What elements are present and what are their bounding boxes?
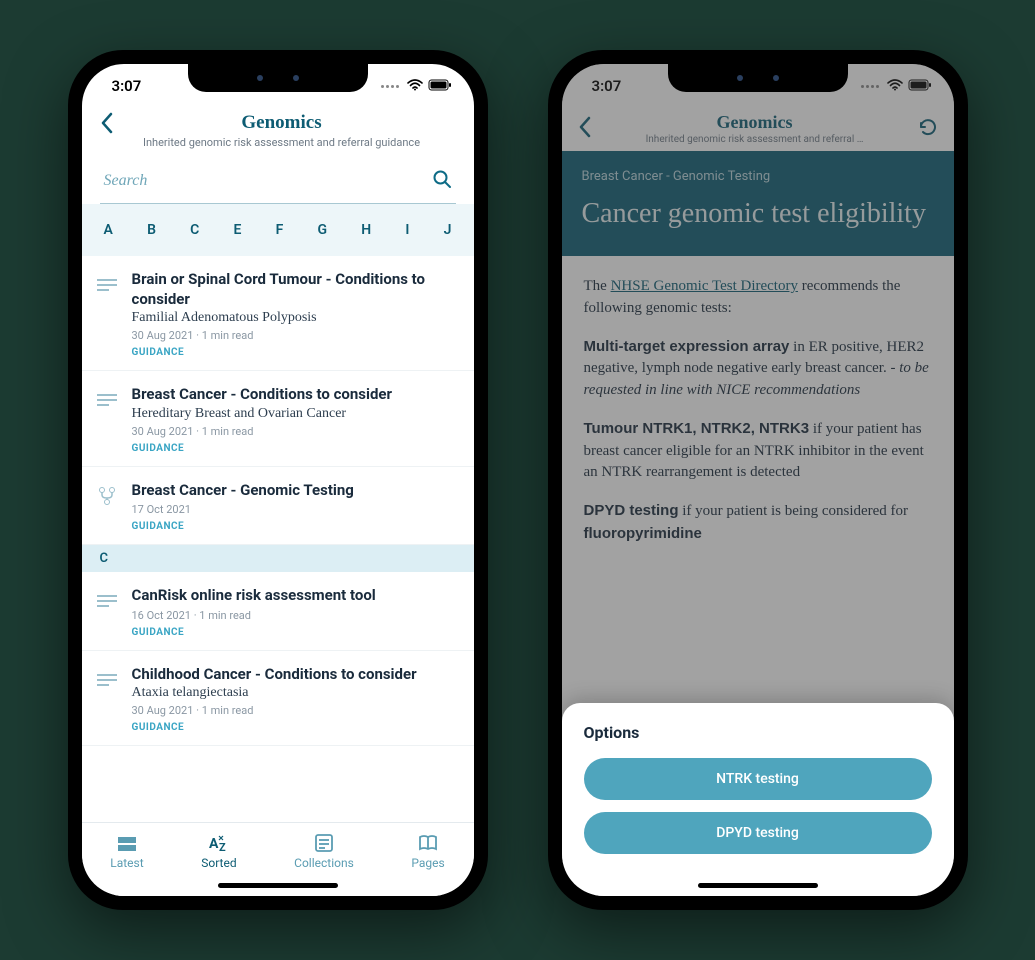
article-title: Cancer genomic test eligibility: [582, 198, 934, 230]
list-item[interactable]: Breast Cancer - Genomic Testing 17 Oct 2…: [82, 467, 474, 546]
list-item[interactable]: Brain or Spinal Cord Tumour - Conditions…: [82, 256, 474, 371]
option-button-dpyd[interactable]: DPYD testing: [584, 812, 932, 854]
section-header-c: C: [82, 545, 474, 572]
back-button[interactable]: [578, 116, 592, 142]
header-subtitle: Inherited genomic risk assessment and re…: [128, 136, 436, 149]
search-placeholder: Search: [104, 172, 432, 190]
battery-icon: [428, 77, 452, 95]
link-nhse-directory[interactable]: NHSE Genomic Test Directory: [611, 278, 798, 294]
item-meta: 30 Aug 2021 · 1 min read: [132, 329, 456, 342]
item-subtitle: Ataxia telangiectasia: [132, 685, 456, 701]
header-subtitle: Inherited genomic risk assessment and re…: [604, 134, 906, 145]
cellular-icon: [861, 85, 879, 88]
alpha-letter[interactable]: A: [104, 222, 113, 238]
item-tag: GUIDANCE: [132, 521, 456, 532]
page-header: Genomics Inherited genomic risk assessme…: [82, 108, 474, 155]
article-paragraph: The NHSE Genomic Test Directory recommen…: [584, 276, 932, 320]
item-subtitle: Hereditary Breast and Ovarian Cancer: [132, 406, 456, 422]
options-sheet: Options NTRK testing DPYD testing: [562, 703, 954, 896]
item-tag: GUIDANCE: [132, 443, 456, 454]
item-tag: GUIDANCE: [132, 347, 456, 358]
article-banner: Breast Cancer - Genomic Testing Cancer g…: [562, 151, 954, 256]
notch: [668, 64, 848, 92]
search-input[interactable]: Search: [100, 163, 456, 204]
tab-latest[interactable]: Latest: [110, 833, 143, 870]
wifi-icon: [887, 77, 903, 95]
text-lines-icon: [96, 669, 118, 691]
article-paragraph: Multi-target expression array in ER posi…: [584, 336, 932, 402]
tab-label: Pages: [411, 856, 444, 870]
header-title: Genomics: [128, 112, 436, 134]
status-time: 3:07: [592, 77, 622, 95]
tab-label: Latest: [110, 856, 143, 870]
alpha-letter[interactable]: J: [444, 222, 452, 238]
sheet-title: Options: [584, 723, 932, 742]
page-header: Genomics Inherited genomic risk assessme…: [562, 108, 954, 151]
item-meta: 30 Aug 2021 · 1 min read: [132, 704, 456, 717]
item-tag: GUIDANCE: [132, 627, 456, 638]
item-title: CanRisk online risk assessment tool: [132, 586, 456, 606]
alpha-letter[interactable]: I: [405, 222, 409, 238]
alpha-letter[interactable]: C: [190, 222, 199, 238]
article-body[interactable]: The NHSE Genomic Test Directory recommen…: [562, 256, 954, 582]
phone-right: 3:07 Genomics Inherited genomic risk ass…: [548, 50, 968, 910]
cellular-icon: [381, 85, 399, 88]
search-icon[interactable]: [432, 169, 452, 193]
item-meta: 30 Aug 2021 · 1 min read: [132, 425, 456, 438]
text-lines-icon: [96, 389, 118, 411]
option-button-ntrk[interactable]: NTRK testing: [584, 758, 932, 800]
notch: [188, 64, 368, 92]
phone-left: 3:07 Genomics Inherited genomic risk ass…: [68, 50, 488, 910]
svg-text:Z: Z: [219, 841, 226, 853]
text-lines-icon: [96, 274, 118, 296]
item-title: Brain or Spinal Cord Tumour - Conditions…: [132, 270, 456, 309]
tab-label: Collections: [294, 856, 354, 870]
alpha-letter[interactable]: H: [361, 222, 371, 238]
item-meta: 16 Oct 2021 · 1 min read: [132, 609, 456, 622]
breadcrumb: Breast Cancer - Genomic Testing: [582, 169, 934, 184]
tab-label: Sorted: [201, 856, 236, 870]
list-item[interactable]: CanRisk online risk assessment tool 16 O…: [82, 572, 474, 651]
tab-collections[interactable]: Collections: [294, 833, 354, 870]
fork-icon: [96, 485, 118, 507]
item-title: Breast Cancer - Genomic Testing: [132, 481, 456, 501]
tab-pages[interactable]: Pages: [411, 833, 444, 870]
battery-icon: [908, 77, 932, 95]
svg-text:A: A: [209, 836, 219, 852]
home-indicator[interactable]: [218, 883, 338, 888]
guidance-list: Brain or Spinal Cord Tumour - Conditions…: [82, 256, 474, 746]
tab-sorted[interactable]: AZ Sorted: [201, 833, 236, 870]
article-paragraph: DPYD testing if your patient is being co…: [584, 500, 932, 546]
list-item[interactable]: Breast Cancer - Conditions to consider H…: [82, 371, 474, 467]
status-time: 3:07: [112, 77, 142, 95]
item-tag: GUIDANCE: [132, 722, 456, 733]
alpha-letter[interactable]: E: [234, 222, 242, 238]
alpha-letter[interactable]: F: [276, 222, 284, 238]
item-meta: 17 Oct 2021: [132, 503, 456, 516]
item-title: Childhood Cancer - Conditions to conside…: [132, 665, 456, 685]
item-subtitle: Familial Adenomatous Polyposis: [132, 310, 456, 326]
home-indicator[interactable]: [698, 883, 818, 888]
alpha-index-bar[interactable]: A B C E F G H I J: [82, 204, 474, 256]
back-button[interactable]: [100, 112, 114, 138]
alpha-letter[interactable]: G: [318, 222, 328, 238]
header-title: Genomics: [604, 112, 906, 133]
refresh-button[interactable]: [918, 117, 938, 141]
text-lines-icon: [96, 590, 118, 612]
article-paragraph: Tumour NTRK1, NTRK2, NTRK3 if your patie…: [584, 418, 932, 484]
alpha-letter[interactable]: B: [147, 222, 156, 238]
list-item[interactable]: Childhood Cancer - Conditions to conside…: [82, 651, 474, 747]
wifi-icon: [407, 77, 423, 95]
item-title: Breast Cancer - Conditions to consider: [132, 385, 456, 405]
